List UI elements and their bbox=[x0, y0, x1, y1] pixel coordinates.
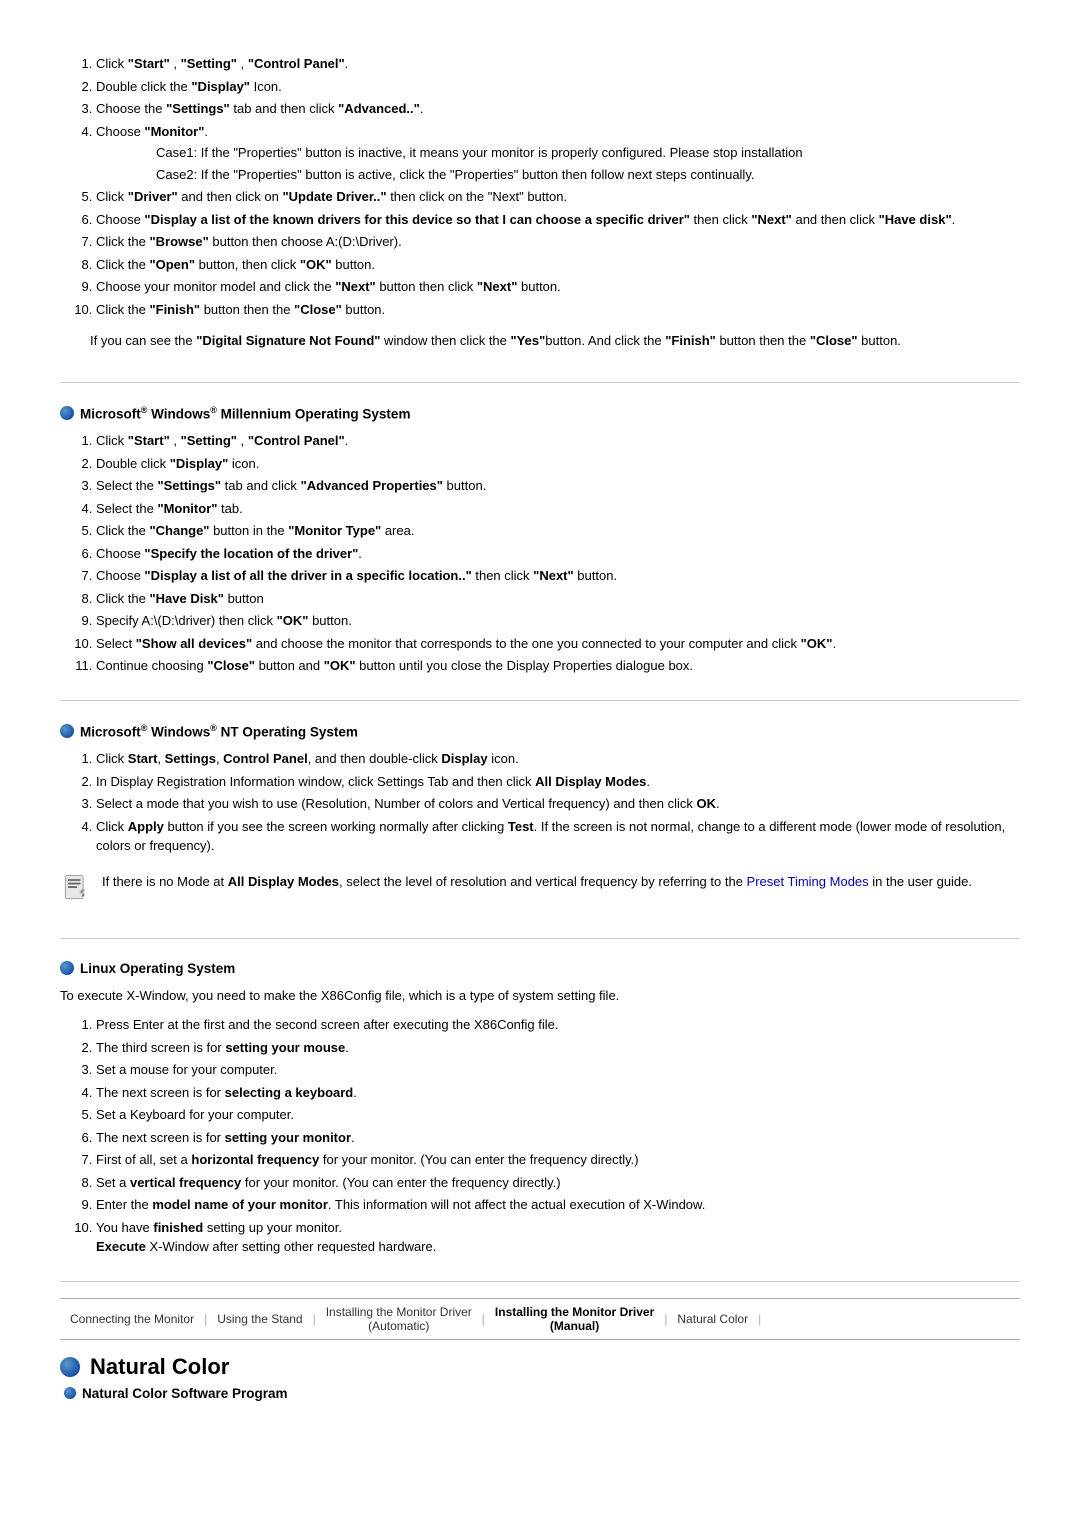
nt-title-text: Microsoft® Windows® NT Operating System bbox=[80, 723, 358, 740]
linux-step-5: Set a Keyboard for your computer. bbox=[96, 1105, 1020, 1125]
millennium-bullet bbox=[60, 406, 74, 420]
millennium-title: Microsoft® Windows® Millennium Operating… bbox=[60, 405, 1020, 422]
nt-section: Microsoft® Windows® NT Operating System … bbox=[60, 705, 1020, 939]
footer-nav-connecting[interactable]: Connecting the Monitor bbox=[60, 1312, 204, 1326]
natural-color-section: Natural Color Natural Color Software Pro… bbox=[60, 1354, 1020, 1401]
millennium-step-8: Click the "Have Disk" button bbox=[96, 589, 1020, 609]
millennium-step-10: Select "Show all devices" and choose the… bbox=[96, 634, 1020, 654]
linux-step-8: Set a vertical frequency for your monito… bbox=[96, 1173, 1020, 1193]
linux-steps: Press Enter at the first and the second … bbox=[60, 1015, 1020, 1257]
millennium-step-4: Select the "Monitor" tab. bbox=[96, 499, 1020, 519]
win98-section: Click "Start" , "Setting" , "Control Pan… bbox=[60, 30, 1020, 383]
footer-nav: Connecting the Monitor | Using the Stand… bbox=[60, 1298, 1020, 1340]
linux-bullet bbox=[60, 961, 74, 975]
millennium-section: Microsoft® Windows® Millennium Operating… bbox=[60, 387, 1020, 701]
millennium-step-3: Select the "Settings" tab and click "Adv… bbox=[96, 476, 1020, 496]
linux-title: Linux Operating System bbox=[60, 961, 1020, 976]
nt-step-3: Select a mode that you wish to use (Reso… bbox=[96, 794, 1020, 814]
win98-step-10: Click the "Finish" button then the "Clos… bbox=[96, 300, 1020, 320]
linux-step-9: Enter the model name of your monitor. Th… bbox=[96, 1195, 1020, 1215]
natural-color-bullet bbox=[60, 1357, 80, 1377]
millennium-steps: Click "Start" , "Setting" , "Control Pan… bbox=[60, 431, 1020, 676]
linux-section: Linux Operating System To execute X-Wind… bbox=[60, 943, 1020, 1282]
millennium-step-1: Click "Start" , "Setting" , "Control Pan… bbox=[96, 431, 1020, 451]
millennium-step-7: Choose "Display a list of all the driver… bbox=[96, 566, 1020, 586]
natural-color-subtitle: Natural Color Software Program bbox=[82, 1386, 288, 1401]
win98-case2: Case2: If the "Properties" button is act… bbox=[156, 165, 1020, 185]
note-icon bbox=[60, 872, 92, 904]
nt-step-2: In Display Registration Information wind… bbox=[96, 772, 1020, 792]
win98-step-5: Click "Driver" and then click on "Update… bbox=[96, 187, 1020, 207]
footer-nav-natural-color[interactable]: Natural Color bbox=[667, 1312, 758, 1326]
millennium-step-5: Click the "Change" button in the "Monito… bbox=[96, 521, 1020, 541]
nt-title: Microsoft® Windows® NT Operating System bbox=[60, 723, 1020, 740]
millennium-step-11: Continue choosing "Close" button and "OK… bbox=[96, 656, 1020, 676]
linux-step-2: The third screen is for setting your mou… bbox=[96, 1038, 1020, 1058]
win98-step-2: Double click the "Display" Icon. bbox=[96, 77, 1020, 97]
win98-step-8: Click the "Open" button, then click "OK"… bbox=[96, 255, 1020, 275]
nt-step-1: Click Start, Settings, Control Panel, an… bbox=[96, 749, 1020, 769]
linux-step-1: Press Enter at the first and the second … bbox=[96, 1015, 1020, 1035]
millennium-step-9: Specify A:\(D:\driver) then click "OK" b… bbox=[96, 611, 1020, 631]
millennium-step-2: Double click "Display" icon. bbox=[96, 454, 1020, 474]
natural-color-header: Natural Color bbox=[60, 1354, 1020, 1380]
linux-title-text: Linux Operating System bbox=[80, 961, 235, 976]
millennium-step-6: Choose "Specify the location of the driv… bbox=[96, 544, 1020, 564]
win98-step-6: Choose "Display a list of the known driv… bbox=[96, 210, 1020, 230]
linux-step-4: The next screen is for selecting a keybo… bbox=[96, 1083, 1020, 1103]
footer-nav-install-manual[interactable]: Installing the Monitor Driver(Manual) bbox=[485, 1305, 664, 1333]
nt-step-4: Click Apply button if you see the screen… bbox=[96, 817, 1020, 856]
footer-nav-stand[interactable]: Using the Stand bbox=[207, 1312, 312, 1326]
linux-step-6: The next screen is for setting your moni… bbox=[96, 1128, 1020, 1148]
linux-step-7: First of all, set a horizontal frequency… bbox=[96, 1150, 1020, 1170]
nt-bullet bbox=[60, 724, 74, 738]
nt-note-box: If there is no Mode at All Display Modes… bbox=[60, 868, 1020, 908]
natural-color-sub-bullet bbox=[64, 1387, 76, 1399]
digital-sig-note: If you can see the "Digital Signature No… bbox=[90, 331, 1020, 352]
natural-color-sub: Natural Color Software Program bbox=[64, 1386, 1020, 1401]
win98-step-3: Choose the "Settings" tab and then click… bbox=[96, 99, 1020, 119]
linux-step-10: You have finished setting up your monito… bbox=[96, 1218, 1020, 1257]
natural-color-title: Natural Color bbox=[90, 1354, 229, 1380]
footer-nav-install-auto[interactable]: Installing the Monitor Driver(Automatic) bbox=[316, 1305, 482, 1333]
nt-steps: Click Start, Settings, Control Panel, an… bbox=[60, 749, 1020, 856]
win98-step-9: Choose your monitor model and click the … bbox=[96, 277, 1020, 297]
millennium-title-text: Microsoft® Windows® Millennium Operating… bbox=[80, 405, 410, 422]
win98-step-1: Click "Start" , "Setting" , "Control Pan… bbox=[96, 54, 1020, 74]
linux-intro: To execute X-Window, you need to make th… bbox=[60, 986, 1020, 1006]
linux-step-3: Set a mouse for your computer. bbox=[96, 1060, 1020, 1080]
preset-timing-link[interactable]: Preset Timing Modes bbox=[747, 874, 869, 889]
win98-step-4: Choose "Monitor". Case1: If the "Propert… bbox=[96, 122, 1020, 185]
win98-steps-part1: Click "Start" , "Setting" , "Control Pan… bbox=[60, 54, 1020, 319]
win98-case1: Case1: If the "Properties" button is ina… bbox=[156, 143, 1020, 163]
nt-note-text: If there is no Mode at All Display Modes… bbox=[102, 872, 972, 892]
win98-step-7: Click the "Browse" button then choose A:… bbox=[96, 232, 1020, 252]
